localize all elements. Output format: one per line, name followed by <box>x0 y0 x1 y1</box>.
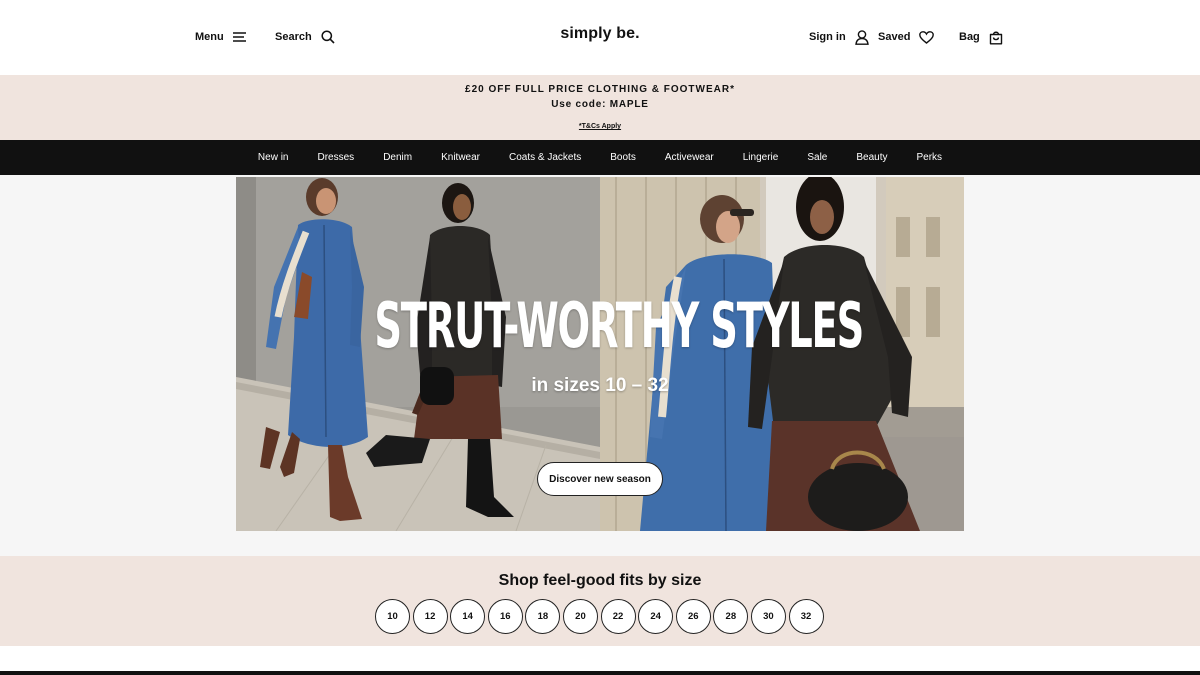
site-logo-wrap: simply be. <box>0 25 1200 43</box>
sign-in-label: Sign in <box>809 31 846 43</box>
shop-by-size-title: Shop feel-good fits by size <box>498 572 702 589</box>
nav-item-boots[interactable]: Boots <box>610 152 636 163</box>
promo-terms: *T&Cs Apply <box>0 123 1200 130</box>
bag-button[interactable]: Bag <box>959 26 1003 48</box>
size-option[interactable]: 14 <box>450 599 486 634</box>
nav-item-lingerie[interactable]: Lingerie <box>743 152 779 163</box>
sign-in-button[interactable]: Sign in <box>809 26 869 48</box>
nav-item-knitwear[interactable]: Knitwear <box>441 152 480 163</box>
nav-item-beauty[interactable]: Beauty <box>856 152 887 163</box>
site-header: Menu Search simply be. Sign in Saved Bag <box>0 0 1200 75</box>
promo-code: Use code: MAPLE <box>551 99 649 110</box>
size-options: 10 12 14 16 18 20 22 24 26 28 30 32 <box>375 599 824 634</box>
menu-label: Menu <box>195 31 224 43</box>
nav-item-dresses[interactable]: Dresses <box>318 152 355 163</box>
saved-button[interactable]: Saved <box>878 26 935 48</box>
nav-item-coats-jackets[interactable]: Coats & Jackets <box>509 152 581 163</box>
size-option[interactable]: 32 <box>788 599 824 634</box>
search-label: Search <box>275 31 312 43</box>
user-icon <box>854 29 869 45</box>
size-option[interactable]: 12 <box>412 599 448 634</box>
size-option[interactable]: 22 <box>600 599 636 634</box>
hero-subtitle: in sizes 10 – 32 <box>531 375 669 396</box>
size-option[interactable]: 10 <box>375 599 410 634</box>
site-logo[interactable]: simply be. <box>560 25 639 42</box>
nav-item-new-in[interactable]: New in <box>258 152 289 163</box>
bag-icon <box>989 31 1002 44</box>
size-option[interactable]: 30 <box>750 599 786 634</box>
size-option[interactable]: 20 <box>562 599 598 634</box>
promo-headline: £20 OFF FULL PRICE CLOTHING & FOOTWEAR* <box>465 84 735 95</box>
heart-icon <box>919 30 935 44</box>
nav-item-denim[interactable]: Denim <box>383 152 412 163</box>
discover-new-season-button[interactable]: Discover new season <box>537 462 663 496</box>
bag-label: Bag <box>959 31 980 43</box>
size-option[interactable]: 18 <box>525 599 561 634</box>
promo-banner[interactable]: £20 OFF FULL PRICE CLOTHING & FOOTWEAR* … <box>0 75 1200 140</box>
nav-item-activewear[interactable]: Activewear <box>665 152 714 163</box>
nav-item-perks[interactable]: Perks <box>917 152 943 163</box>
shop-by-size: Shop feel-good fits by size 10 12 14 16 … <box>0 556 1200 646</box>
size-option[interactable]: 28 <box>713 599 749 634</box>
nav-item-sale[interactable]: Sale <box>807 152 827 163</box>
hamburger-icon <box>232 32 246 42</box>
size-option[interactable]: 16 <box>487 599 523 634</box>
category-nav: New in Dresses Denim Knitwear Coats & Ja… <box>0 140 1200 175</box>
terms-link[interactable]: *T&Cs Apply <box>579 123 621 130</box>
size-option[interactable]: 26 <box>675 599 711 634</box>
size-option[interactable]: 24 <box>638 599 674 634</box>
menu-button[interactable]: Menu <box>195 26 247 48</box>
hero-banner[interactable]: STRUT-WORTHY STYLES in sizes 10 – 32 Dis… <box>236 177 964 531</box>
search-button[interactable]: Search <box>275 26 335 48</box>
hero-title: STRUT-WORTHY STYLES <box>374 289 864 362</box>
footer-edge <box>0 671 1200 675</box>
saved-label: Saved <box>878 31 911 43</box>
search-icon <box>321 30 335 44</box>
